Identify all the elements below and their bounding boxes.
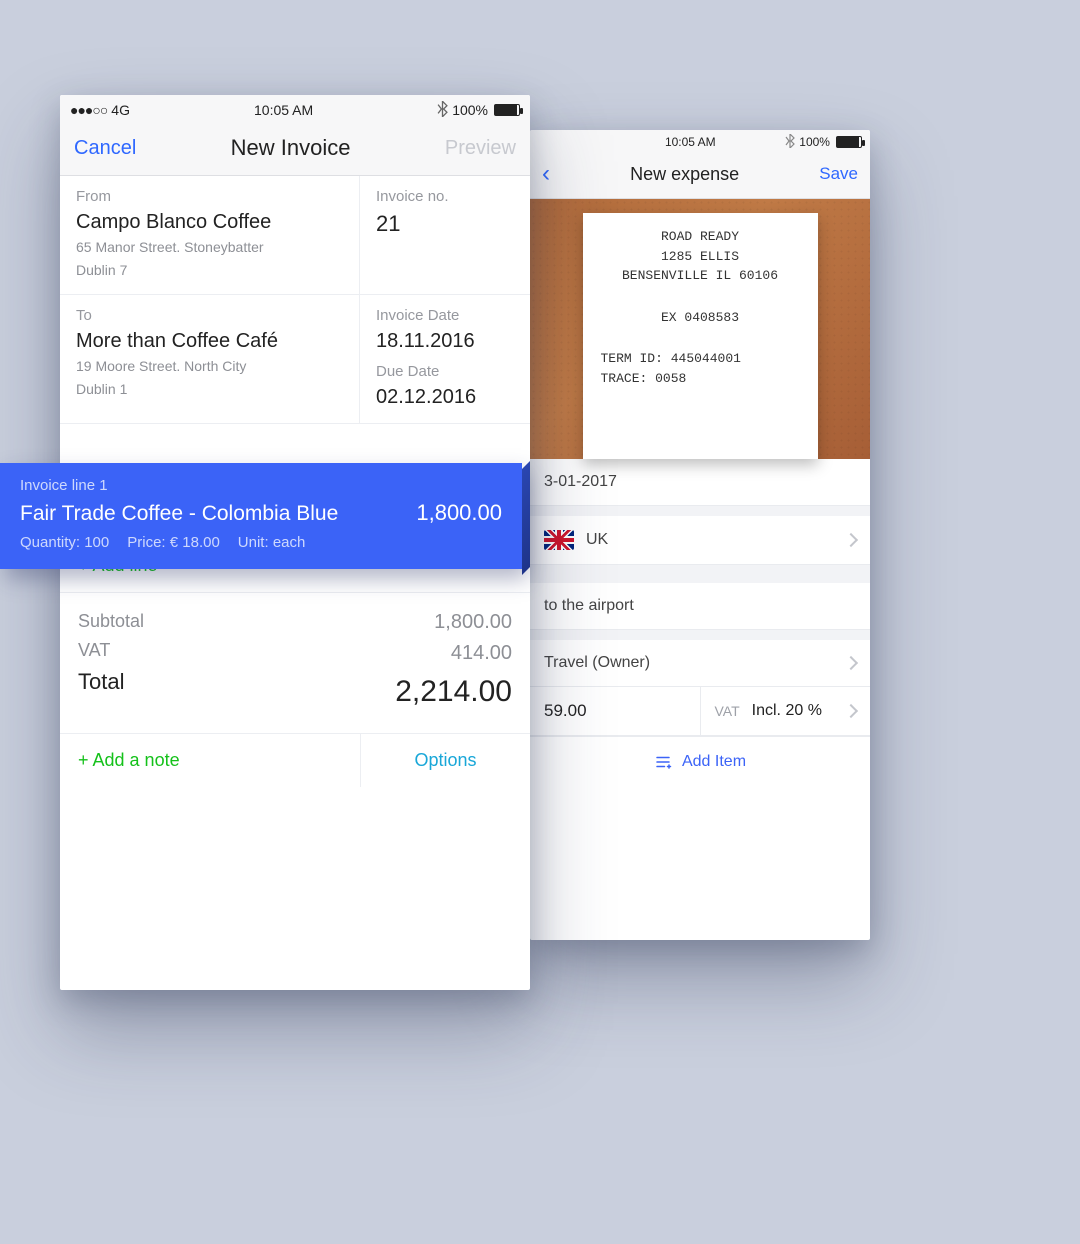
bluetooth-icon [785,134,795,151]
clock: 10:05 AM [254,102,313,118]
to-addr1: 19 Moore Street. North City [76,357,343,376]
expense-vat-cell[interactable]: VAT Incl. 20 % [701,688,871,734]
expense-desc-row[interactable]: to the airport [530,565,870,630]
total-label: Total [78,664,395,699]
expense-category: Travel (Owner) [544,654,650,672]
bottom-row: + Add a note Options [60,734,530,787]
invoice-line-meta: Quantity: 100 Price: € 18.00 Unit: each [20,534,502,551]
receipt-line: TRACE: 0058 [591,369,810,389]
due-date-label: Due Date [376,363,514,380]
to-addr2: Dublin 1 [76,380,343,399]
cancel-button[interactable]: Cancel [74,137,136,160]
invoice-line-amount: 1,800.00 [416,500,502,526]
invoice-line-name: Fair Trade Coffee - Colombia Blue [20,502,416,526]
battery-icon [494,104,520,116]
qty-label: Quantity: [20,534,80,551]
bluetooth-icon [437,101,448,120]
chevron-right-icon [844,533,858,547]
receipt-line: TERM ID: 445044001 [591,349,810,369]
dates-cell[interactable]: Invoice Date 18.11.2016 Due Date 02.12.2… [360,295,530,424]
totals-block: Subtotal VAT Total 1,800.00 414.00 2,214… [60,593,530,735]
expense-screen: ●●●○○ 4G 10:05 AM 100% ‹ New expense Sav… [530,130,870,940]
add-note-button[interactable]: + Add a note [60,734,360,787]
status-bar: ●●●○○ 4G 10:05 AM 100% [60,95,530,125]
signal-dots-icon: ●●●○○ [70,102,107,118]
receipt-photo[interactable]: ROAD READY 1285 ELLIS BENSENVILLE IL 601… [530,199,870,459]
from-addr1: 65 Manor Street. Stoneybatter [76,238,343,257]
invoice-no-label: Invoice no. [376,188,514,205]
battery-pct: 100% [799,135,830,149]
total-value: 2,214.00 [395,669,512,716]
nav-bar: Cancel New Invoice Preview [60,125,530,176]
nav-bar: ‹ New expense Save [530,154,870,199]
battery-icon [836,136,862,148]
add-item-button[interactable]: Add Item [530,736,870,787]
options-label: Options [414,750,476,771]
receipt-line: 1285 ELLIS [591,247,810,267]
expense-desc: to the airport [544,597,634,615]
invoice-date-label: Invoice Date [376,307,514,324]
clock: 10:05 AM [665,135,716,149]
expense-country-row[interactable]: UK [530,506,870,565]
vat-value: Incl. 20 % [752,702,822,720]
from-name: Campo Blanco Coffee [76,211,343,234]
invoice-line-header: Invoice line 1 [20,477,502,494]
price-value: € 18.00 [170,534,220,551]
to-cell[interactable]: To More than Coffee Café 19 Moore Street… [60,295,360,424]
receipt-line: EX 0408583 [591,308,810,328]
vat-label: VAT [78,636,395,665]
invoice-line-card[interactable]: Invoice line 1 Fair Trade Coffee - Colom… [0,463,522,569]
invoice-number-cell[interactable]: Invoice no. 21 [360,176,530,295]
nav-title: New Invoice [231,135,351,161]
header-grid-row-1: From Campo Blanco Coffee 65 Manor Street… [60,176,530,295]
subtotal-value: 1,800.00 [395,607,512,638]
back-button[interactable]: ‹ [542,160,550,188]
subtotal-label: Subtotal [78,607,395,636]
receipt-line: ROAD READY [591,227,810,247]
chevron-right-icon [844,656,858,670]
vat-label: VAT [715,703,740,719]
battery-pct: 100% [452,102,488,118]
invoice-no-value: 21 [376,211,514,237]
options-button[interactable]: Options [360,734,530,787]
to-name: More than Coffee Café [76,330,343,353]
add-note-label: + Add a note [78,750,180,770]
add-item-label: Add Item [682,753,746,771]
to-label: To [76,307,343,324]
expense-date: 3-01-2017 [544,473,617,491]
from-cell[interactable]: From Campo Blanco Coffee 65 Manor Street… [60,176,360,295]
expense-amount[interactable]: 59.00 [530,687,701,735]
expense-category-row[interactable]: Travel (Owner) [530,630,870,687]
expense-amount-row: 59.00 VAT Incl. 20 % [530,687,870,736]
vat-value: 414.00 [395,638,512,669]
add-item-icon [654,753,672,771]
flag-uk-icon [544,530,574,550]
status-bar: ●●●○○ 4G 10:05 AM 100% [530,130,870,154]
expense-country: UK [586,531,608,549]
receipt-line: BENSENVILLE IL 60106 [591,266,810,286]
preview-button[interactable]: Preview [445,137,516,160]
header-grid-row-2: To More than Coffee Café 19 Moore Street… [60,295,530,424]
expense-date-row[interactable]: 3-01-2017 [530,459,870,506]
from-addr2: Dublin 7 [76,261,343,280]
invoice-date-value: 18.11.2016 [376,330,514,353]
chevron-right-icon [844,704,858,718]
from-label: From [76,188,343,205]
price-label: Price: [127,534,165,551]
receipt-paper: ROAD READY 1285 ELLIS BENSENVILLE IL 601… [583,213,818,459]
carrier-label: 4G [111,102,130,118]
unit-label: Unit: [238,534,269,551]
nav-title: New expense [630,164,739,185]
due-date-value: 02.12.2016 [376,386,514,409]
save-button[interactable]: Save [819,164,858,184]
unit-value: each [273,534,306,551]
qty-value: 100 [84,534,109,551]
